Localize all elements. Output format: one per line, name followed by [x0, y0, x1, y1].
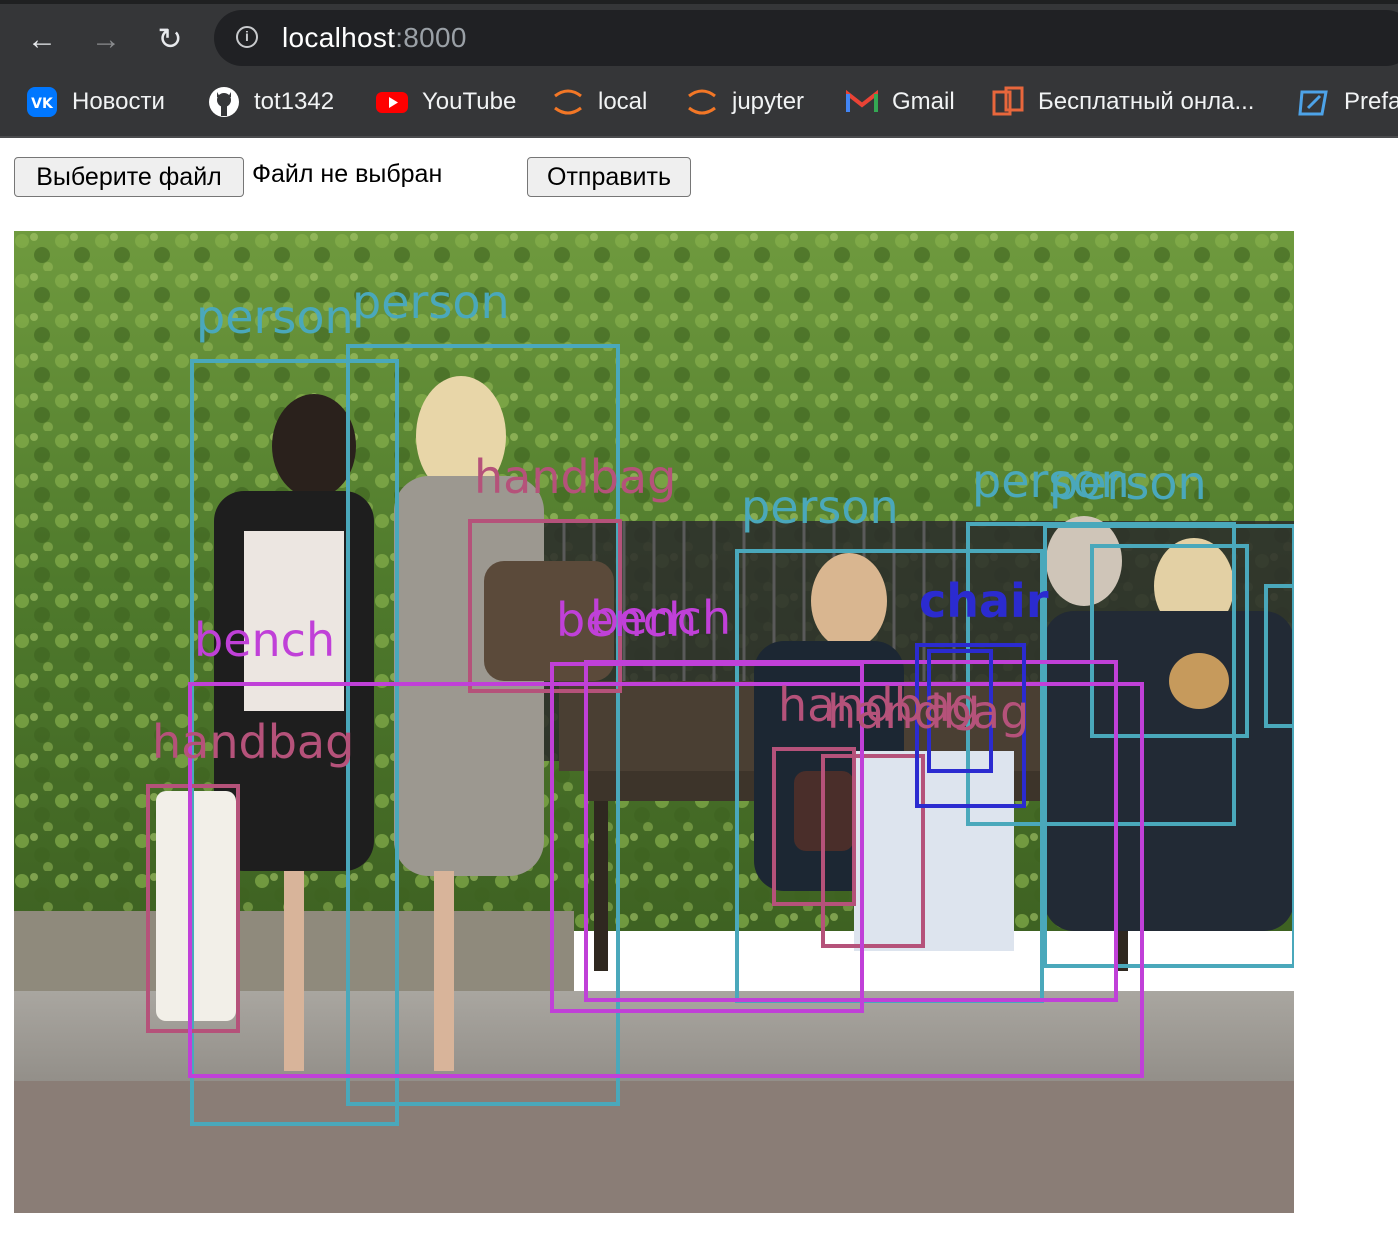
label-handbag: handbag — [152, 715, 354, 769]
label-handbag: handbag — [827, 685, 1029, 739]
bookmark-github[interactable]: tot1342 — [208, 82, 334, 122]
svg-text:VK: VK — [31, 96, 54, 112]
choose-file-button[interactable]: Выберите файл — [14, 157, 244, 197]
label-chair: chair — [919, 574, 1049, 628]
toolbar-divider — [0, 136, 1398, 138]
label-bench: bench — [194, 613, 335, 667]
bookmark-gmail[interactable]: Gmail — [846, 82, 955, 122]
youtube-icon — [376, 86, 408, 118]
vk-icon: VK — [26, 86, 58, 118]
jupyter-icon — [552, 86, 584, 118]
address-bar[interactable]: i localhost:8000 — [214, 10, 1398, 66]
url-text[interactable]: localhost:8000 — [282, 22, 467, 54]
label-bench: bench — [590, 591, 731, 645]
prefab-icon — [1298, 86, 1330, 118]
bookmark-label: Бесплатный онла... — [1038, 88, 1255, 115]
browser-toolbar: ← → ↻ i localhost:8000 VK Новости tot134… — [0, 0, 1398, 138]
bookmark-prefa[interactable]: Prefa — [1298, 82, 1398, 122]
label-person: person — [1049, 456, 1207, 510]
submit-button[interactable]: Отправить — [527, 157, 691, 197]
site-info-icon[interactable]: i — [236, 26, 258, 48]
bookmark-label: Gmail — [892, 88, 955, 115]
tab-strip-edge — [0, 0, 1398, 4]
forward-button[interactable]: → — [86, 20, 126, 60]
bookmark-label: local — [598, 88, 648, 115]
label-handbag: handbag — [474, 450, 676, 504]
bookmark-jupyter[interactable]: jupyter — [686, 82, 804, 122]
file-status-text: Файл не выбран — [252, 160, 443, 188]
bookmark-label: Новости — [72, 88, 165, 115]
bookmark-label: tot1342 — [254, 88, 335, 115]
detection-result-image: person person person person person handb… — [14, 231, 1294, 1213]
bookmark-local[interactable]: local — [552, 82, 647, 122]
bookmark-label: Prefa — [1344, 88, 1398, 115]
bookmark-novosti[interactable]: VK Новости — [26, 82, 165, 122]
reload-button[interactable]: ↻ — [150, 20, 190, 60]
jupyter-icon — [686, 86, 718, 118]
bookmark-youtube[interactable]: YouTube — [376, 82, 516, 122]
bookmark-online-tool[interactable]: Бесплатный онла... — [992, 82, 1254, 122]
label-person: person — [741, 480, 899, 534]
gmail-icon — [846, 86, 878, 118]
label-person: person — [352, 275, 510, 329]
document-icon — [992, 86, 1024, 118]
label-person: person — [196, 290, 354, 344]
bookmark-label: YouTube — [422, 88, 517, 115]
bookmark-label: jupyter — [732, 88, 805, 115]
back-button[interactable]: ← — [22, 20, 62, 60]
github-icon — [208, 86, 240, 118]
